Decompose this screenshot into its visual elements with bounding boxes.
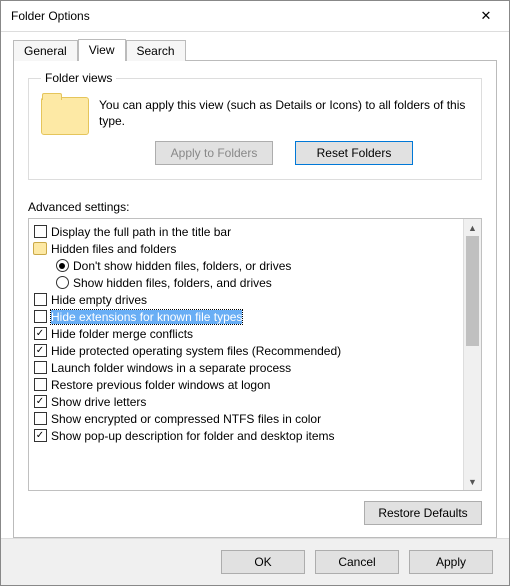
folder-icon	[33, 242, 47, 255]
advanced-item[interactable]: ✓ Hide protected operating system files (…	[33, 342, 459, 359]
advanced-settings-box: Display the full path in the title bar Hi…	[28, 218, 482, 491]
window-title: Folder Options	[11, 9, 90, 23]
advanced-item-label: Hide protected operating system files (R…	[51, 344, 341, 358]
tab-view[interactable]: View	[78, 39, 126, 61]
advanced-item-label: Hide folder merge conflicts	[51, 327, 193, 341]
ok-button[interactable]: OK	[221, 550, 305, 574]
tab-general[interactable]: General	[13, 40, 78, 61]
checkbox-icon[interactable]	[34, 378, 47, 391]
advanced-item[interactable]: ✓ Show pop-up description for folder and …	[33, 427, 459, 444]
advanced-item[interactable]: Restore previous folder windows at logon	[33, 376, 459, 393]
advanced-item[interactable]: Show hidden files, folders, and drives	[33, 274, 459, 291]
advanced-item-label: Hide extensions for known file types	[51, 310, 242, 324]
advanced-item-label: Show pop-up description for folder and d…	[51, 429, 335, 443]
titlebar: Folder Options ✕	[1, 1, 509, 32]
checkbox-icon[interactable]	[34, 310, 47, 323]
advanced-item-label: Hide empty drives	[51, 293, 147, 307]
scroll-thumb[interactable]	[466, 236, 479, 346]
radio-icon[interactable]	[56, 276, 69, 289]
checkbox-icon[interactable]: ✓	[34, 327, 47, 340]
scroll-track[interactable]	[464, 236, 481, 473]
tabstrip: General View Search	[13, 38, 497, 60]
scroll-down-button[interactable]: ▼	[464, 473, 481, 490]
close-icon: ✕	[481, 8, 492, 24]
advanced-item[interactable]: Hidden files and folders	[33, 240, 459, 257]
advanced-item[interactable]: Hide empty drives	[33, 291, 459, 308]
checkbox-icon[interactable]	[34, 225, 47, 238]
checkbox-icon[interactable]	[34, 361, 47, 374]
advanced-item[interactable]: Show encrypted or compressed NTFS files …	[33, 410, 459, 427]
scroll-up-button[interactable]: ▲	[464, 219, 481, 236]
checkbox-icon[interactable]: ✓	[34, 395, 47, 408]
folder-views-row: You can apply this view (such as Details…	[41, 97, 469, 165]
content-area: General View Search Folder views You can…	[1, 32, 509, 538]
advanced-item[interactable]: Display the full path in the title bar	[33, 223, 459, 240]
checkbox-icon[interactable]: ✓	[34, 344, 47, 357]
advanced-item-label: Show encrypted or compressed NTFS files …	[51, 412, 321, 426]
advanced-item-label: Launch folder windows in a separate proc…	[51, 361, 291, 375]
apply-to-folders-button[interactable]: Apply to Folders	[155, 141, 273, 165]
folder-views-description: You can apply this view (such as Details…	[99, 97, 469, 129]
scrollbar[interactable]: ▲ ▼	[463, 219, 481, 490]
apply-button[interactable]: Apply	[409, 550, 493, 574]
tab-search[interactable]: Search	[126, 40, 186, 61]
advanced-item[interactable]: ✓ Show drive letters	[33, 393, 459, 410]
folder-views-group: Folder views You can apply this view (su…	[28, 71, 482, 180]
advanced-item[interactable]: Don't show hidden files, folders, or dri…	[33, 257, 459, 274]
advanced-settings-list[interactable]: Display the full path in the title bar Hi…	[29, 219, 463, 490]
checkbox-icon[interactable]: ✓	[34, 429, 47, 442]
advanced-item-label: Show hidden files, folders, and drives	[73, 276, 272, 290]
advanced-item[interactable]: Launch folder windows in a separate proc…	[33, 359, 459, 376]
dialog-footer: OK Cancel Apply	[1, 538, 509, 585]
advanced-item-label: Hidden files and folders	[51, 242, 176, 256]
advanced-item[interactable]: ✓ Hide folder merge conflicts	[33, 325, 459, 342]
restore-row: Restore Defaults	[28, 501, 482, 525]
advanced-settings-label: Advanced settings:	[28, 200, 482, 214]
tabpage-view: Folder views You can apply this view (su…	[13, 60, 497, 538]
advanced-item-label: Display the full path in the title bar	[51, 225, 231, 239]
folder-options-window: Folder Options ✕ General View Search Fol…	[0, 0, 510, 586]
restore-defaults-button[interactable]: Restore Defaults	[364, 501, 482, 525]
radio-icon[interactable]	[56, 259, 69, 272]
checkbox-icon[interactable]	[34, 293, 47, 306]
advanced-item-label: Restore previous folder windows at logon	[51, 378, 270, 392]
folder-icon	[41, 97, 89, 135]
checkbox-icon[interactable]	[34, 412, 47, 425]
folder-views-buttons: Apply to Folders Reset Folders	[99, 141, 469, 165]
cancel-button[interactable]: Cancel	[315, 550, 399, 574]
advanced-item-label: Don't show hidden files, folders, or dri…	[73, 259, 291, 273]
close-button[interactable]: ✕	[463, 1, 509, 31]
reset-folders-button[interactable]: Reset Folders	[295, 141, 413, 165]
advanced-item[interactable]: Hide extensions for known file types	[33, 308, 459, 325]
advanced-item-label: Show drive letters	[51, 395, 146, 409]
folder-views-legend: Folder views	[41, 71, 116, 85]
